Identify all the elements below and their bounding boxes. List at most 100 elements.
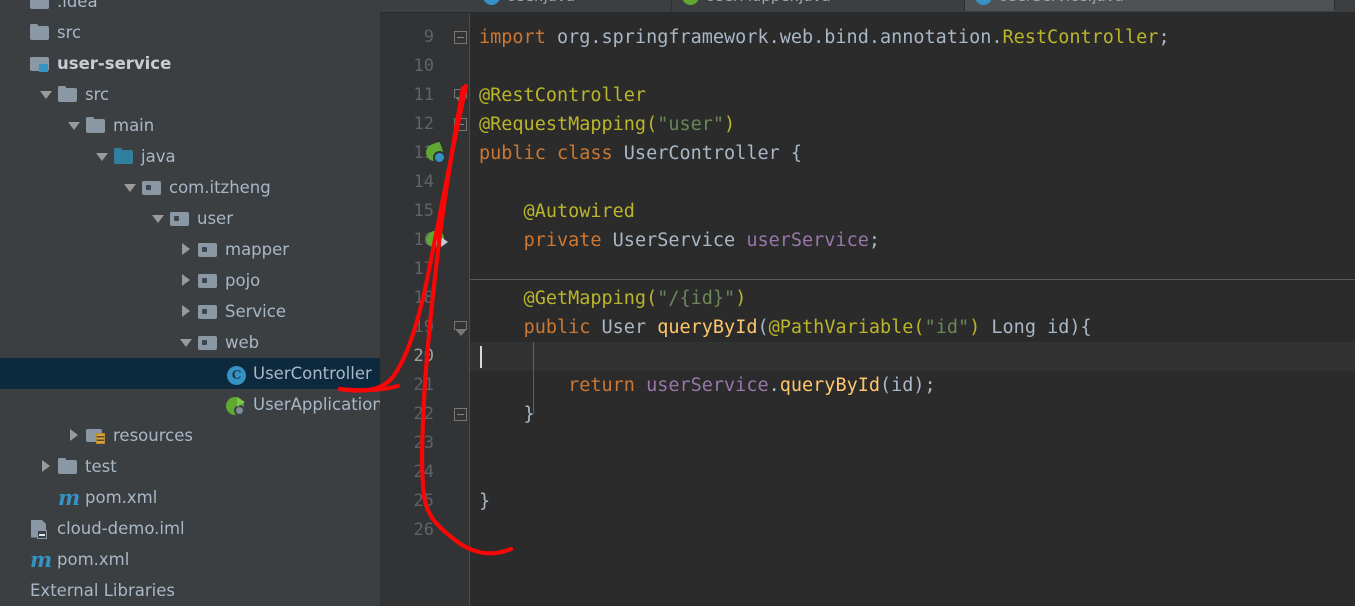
code-line[interactable]: import org.springframework.web.bind.anno… bbox=[479, 23, 1170, 52]
code-token: "user" bbox=[657, 114, 725, 135]
code-line[interactable]: @Autowired bbox=[479, 197, 635, 226]
line-number: 20 bbox=[413, 346, 434, 366]
line-number: 12 bbox=[413, 114, 434, 134]
gutter-divider bbox=[469, 13, 470, 606]
line-number: 23 bbox=[413, 433, 434, 453]
tree-item-test[interactable]: test bbox=[0, 451, 117, 482]
tree-item-pojo[interactable]: pojo bbox=[0, 265, 260, 296]
tree-item-java[interactable]: java bbox=[0, 141, 176, 172]
tree-item-main[interactable]: main bbox=[0, 110, 154, 141]
tree-item-label: cloud-demo.iml bbox=[57, 519, 185, 538]
code-token: } bbox=[479, 491, 491, 512]
editor-tab-user-java[interactable]: User.java × bbox=[473, 0, 672, 11]
tree-item-web[interactable]: web bbox=[0, 327, 259, 358]
tree-item-service[interactable]: Service bbox=[0, 296, 286, 327]
line-number: 22 bbox=[413, 404, 434, 424]
package-icon bbox=[142, 179, 162, 197]
code-token: queryById bbox=[657, 317, 758, 338]
code-token: queryById bbox=[779, 375, 880, 396]
java-file-icon bbox=[682, 0, 699, 5]
chevron-down-icon[interactable] bbox=[68, 119, 81, 132]
chevron-down-icon[interactable] bbox=[152, 212, 165, 225]
tree-item-label: .idea bbox=[57, 0, 98, 11]
chevron-right-icon[interactable] bbox=[180, 274, 193, 287]
code-line[interactable]: } bbox=[479, 487, 490, 516]
tree-item-usercontroller[interactable]: UserController bbox=[0, 358, 380, 389]
code-token: { bbox=[779, 143, 803, 164]
code-line[interactable]: @RestController bbox=[479, 81, 646, 110]
code-token: "/{id}" bbox=[657, 288, 736, 309]
tree-item-src[interactable]: src bbox=[0, 79, 109, 110]
code-editor[interactable]: 9 10 11 12 13 14 15 16 17 18 19 20 21 22 23 24 25 26 impo… bbox=[380, 13, 1355, 606]
project-tool-window[interactable]: .idea src user-service src main java com.itzhe… bbox=[0, 0, 380, 606]
code-fold-arrow-icon[interactable] bbox=[454, 321, 467, 336]
tree-item-pom-xml[interactable]: pom.xml bbox=[0, 544, 129, 575]
editor-tab-label: UserService.java bbox=[998, 0, 1124, 5]
code-line[interactable]: private UserService userService; bbox=[479, 226, 880, 255]
spring-bean-gutter-icon[interactable] bbox=[426, 144, 450, 166]
code-line[interactable]: public class UserController { bbox=[479, 139, 802, 168]
editor-tab-usermapper-java[interactable]: UserMapper.java × bbox=[672, 0, 965, 11]
code-fold-box-icon[interactable] bbox=[454, 118, 467, 131]
chevron-down-icon[interactable] bbox=[180, 336, 193, 349]
editor-tab-userservice-java[interactable]: UserService.java bbox=[965, 0, 1335, 11]
code-line[interactable]: @RequestMapping("user") bbox=[479, 110, 735, 139]
chevron-right-icon[interactable] bbox=[180, 243, 193, 256]
chevron-down-icon[interactable] bbox=[40, 88, 53, 101]
editor-tab-label: UserMapper.java bbox=[705, 0, 831, 5]
tree-item-label: src bbox=[57, 23, 82, 42]
maven-icon bbox=[30, 547, 52, 572]
tree-item-src[interactable]: src bbox=[0, 17, 81, 48]
code-fold-box-icon[interactable] bbox=[454, 408, 467, 421]
tree-item-user-service[interactable]: user-service bbox=[0, 48, 171, 79]
java-file-icon bbox=[483, 0, 500, 5]
folder-icon bbox=[30, 23, 50, 42]
code-token: @PathVariable bbox=[768, 317, 914, 338]
tree-item-label: java bbox=[141, 147, 176, 166]
code-token: ) bbox=[969, 317, 981, 338]
tree-item-external-libraries[interactable]: External Libraries bbox=[0, 575, 175, 606]
tree-item-mapper[interactable]: mapper bbox=[0, 234, 289, 265]
chevron-right-icon[interactable] bbox=[180, 305, 193, 318]
tree-item-com-itzheng[interactable]: com.itzheng bbox=[0, 172, 271, 203]
chevron-right-icon[interactable] bbox=[68, 429, 81, 442]
package-icon bbox=[198, 272, 218, 290]
close-icon[interactable]: × bbox=[845, 0, 856, 4]
tree-item-userapplication[interactable]: UserApplication bbox=[0, 389, 380, 420]
code-token: ) bbox=[724, 114, 736, 135]
text-caret bbox=[480, 346, 482, 368]
ide-window: .idea src user-service src main java com.itzhe… bbox=[0, 0, 1355, 606]
chevron-down-icon[interactable] bbox=[124, 181, 137, 194]
line-number: 18 bbox=[413, 288, 434, 308]
tree-item-user[interactable]: user bbox=[0, 203, 233, 234]
spring-autowired-gutter-icon[interactable] bbox=[426, 231, 450, 253]
code-token: userService bbox=[646, 375, 769, 396]
tree-item--idea[interactable]: .idea bbox=[0, 0, 98, 17]
code-line[interactable]: return userService.queryById(id); bbox=[479, 371, 936, 400]
resources-icon bbox=[86, 427, 106, 445]
chevron-down-icon[interactable] bbox=[96, 150, 109, 163]
code-token: ( bbox=[913, 317, 925, 338]
tree-item-resources[interactable]: resources bbox=[0, 420, 193, 451]
code-line[interactable]: } bbox=[479, 400, 535, 429]
tree-item-label: pojo bbox=[225, 271, 261, 290]
code-line[interactable]: public User queryById(@PathVariable("id"… bbox=[479, 313, 1092, 342]
tree-item-label: External Libraries bbox=[30, 581, 175, 600]
code-fold-box-icon[interactable] bbox=[454, 31, 467, 44]
code-token: ; bbox=[1158, 27, 1170, 48]
code-fold-arrow-icon[interactable] bbox=[454, 89, 467, 104]
code-token: (id); bbox=[880, 375, 936, 396]
editor-tab-bar[interactable]: User.java × UserMapper.java × UserService.ja… bbox=[380, 0, 1355, 13]
fold-collapse-box bbox=[454, 31, 467, 44]
code-token: @Autowired bbox=[479, 201, 635, 222]
tree-item-pom-xml[interactable]: pom.xml bbox=[0, 482, 157, 513]
code-token: User bbox=[601, 317, 658, 338]
code-line[interactable]: @GetMapping("/{id}") bbox=[479, 284, 747, 313]
chevron-right-icon[interactable] bbox=[40, 460, 53, 473]
tree-item-cloud-demo-iml[interactable]: cloud-demo.iml bbox=[0, 513, 185, 544]
line-number: 11 bbox=[413, 85, 434, 105]
close-icon[interactable]: × bbox=[589, 0, 600, 4]
